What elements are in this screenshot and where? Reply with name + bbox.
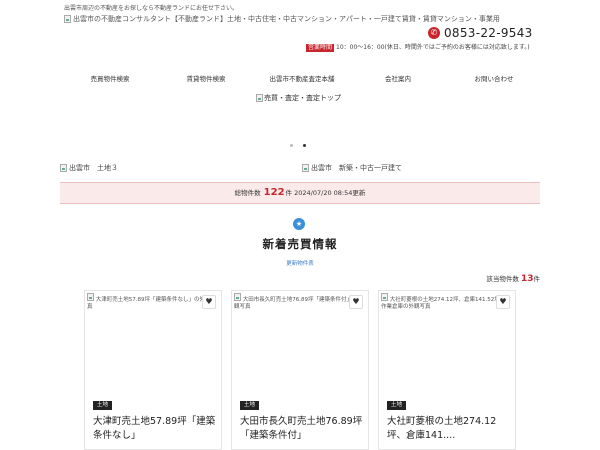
total-count-updated: 2024/07/20 08:54更新 — [294, 189, 366, 197]
logo-alt-text: 出雲市の不動産コンサルタント【不動産ランド】土地・中古住宅・中古マンション・アパ… — [73, 15, 500, 23]
slider-dot-1[interactable] — [290, 144, 293, 147]
nav-item-contact[interactable]: お問い合わせ — [446, 70, 542, 88]
nav-sub-link[interactable]: 売買・査定・査定トップ — [256, 93, 341, 103]
result-count-prefix: 該当物件数 — [486, 275, 519, 283]
nav-item-rental-search[interactable]: 賃貸物件検索 — [158, 70, 254, 88]
slider-dot-2[interactable] — [303, 144, 306, 147]
nav-sub-label: 売買・査定・査定トップ — [264, 94, 341, 102]
logo-image-icon — [64, 15, 71, 23]
sub-link-image-icon — [256, 94, 263, 102]
slide-image-right[interactable]: 出雲市 新築・中古一戸建て — [302, 163, 402, 173]
heart-icon: ♥ — [205, 297, 213, 306]
heart-icon: ♥ — [499, 297, 507, 306]
property-image-icon — [87, 293, 94, 301]
property-image-alt: 大田市長久町売土地76.89坪「建築条件付」の外観写真 — [234, 297, 363, 310]
site-tagline: 出雲市周辺の不動産をお探しなら不動産ランドにお任せ下さい。 — [64, 5, 239, 12]
site-logo[interactable]: 出雲市の不動産コンサルタント【不動産ランド】土地・中古住宅・中古マンション・アパ… — [64, 14, 500, 24]
nav-item-appraisal[interactable]: 出雲市不動産査定本舗 — [254, 70, 350, 88]
nav-item-sale-search[interactable]: 売買物件検索 — [62, 70, 158, 88]
slide-right-image-icon — [302, 164, 309, 172]
property-image-icon — [234, 293, 241, 301]
property-card[interactable]: 大社町菱根の土地274.12坪、倉庫141.52坪中古作業倉庫の外観写真 ♥ 土… — [378, 290, 516, 450]
heart-icon: ♥ — [352, 297, 360, 306]
property-image-alt: 大津町売土地57.89坪「建築条件なし」の外観写真 — [87, 297, 216, 310]
hours-text: 10：00～16：00(休日、時間外ではご予約のお客様には対応致します。) — [336, 44, 530, 51]
total-count-number: 122 — [263, 187, 285, 198]
property-type-tag: 土地 — [240, 401, 260, 410]
favorite-button[interactable]: ♥ — [496, 295, 510, 309]
favorite-button[interactable]: ♥ — [349, 295, 363, 309]
favorite-button[interactable]: ♥ — [202, 295, 216, 309]
total-count-prefix: 総物件数 — [234, 189, 261, 197]
property-title[interactable]: 大社町菱根の土地274.12坪、倉庫141.... — [387, 415, 511, 443]
slider-dots — [290, 144, 306, 147]
phone-number[interactable]: 0853-22-9543 — [444, 26, 533, 40]
result-count-number: 13 — [520, 274, 534, 284]
slide-image-left[interactable]: 出雲市 土地３ — [60, 163, 118, 173]
property-image-alt: 大社町菱根の土地274.12坪、倉庫141.52坪中古作業倉庫の外観写真 — [381, 297, 511, 310]
property-card[interactable]: 大田市長久町売土地76.89坪「建築条件付」の外観写真 ♥ 土地 大田市長久町売… — [231, 290, 369, 450]
property-title[interactable]: 大田市長久町売土地76.89坪「建築条件付」 — [240, 415, 364, 443]
star-badge-icon: ★ — [293, 218, 305, 230]
property-card[interactable]: 大津町売土地57.89坪「建築条件なし」の外観写真 ♥ 土地 大津町売土地57.… — [84, 290, 222, 450]
section-link[interactable]: 更新物件表 — [0, 259, 600, 267]
property-image-icon — [381, 293, 388, 301]
total-count-bar: 総物件数 122件 2024/07/20 08:54更新 — [60, 182, 540, 204]
phone-contact[interactable]: ✆ 0853-22-9543 — [428, 26, 533, 40]
result-count-unit: 件 — [533, 275, 541, 283]
slide-left-image-icon — [60, 164, 67, 172]
property-title[interactable]: 大津町売土地57.89坪「建築条件なし」 — [93, 415, 217, 443]
phone-icon: ✆ — [428, 27, 440, 39]
property-type-tag: 土地 — [93, 401, 113, 410]
hours-badge: 営業時間 — [306, 44, 335, 52]
business-hours: 営業時間 10：00～16：00(休日、時間外ではご予約のお客様には対応致します。… — [306, 44, 538, 52]
result-count: 該当物件数 13件 — [470, 273, 540, 284]
slide-right-alt: 出雲市 新築・中古一戸建て — [311, 164, 402, 172]
total-count-unit: 件 — [285, 189, 293, 197]
slide-left-alt: 出雲市 土地３ — [69, 164, 118, 172]
property-type-tag: 土地 — [387, 401, 407, 410]
nav-item-company[interactable]: 会社案内 — [350, 70, 446, 88]
section-title: 新着売買情報 — [262, 237, 338, 251]
main-nav: 売買物件検索 賃貸物件検索 出雲市不動産査定本舗 会社案内 お問い合わせ — [62, 70, 542, 88]
